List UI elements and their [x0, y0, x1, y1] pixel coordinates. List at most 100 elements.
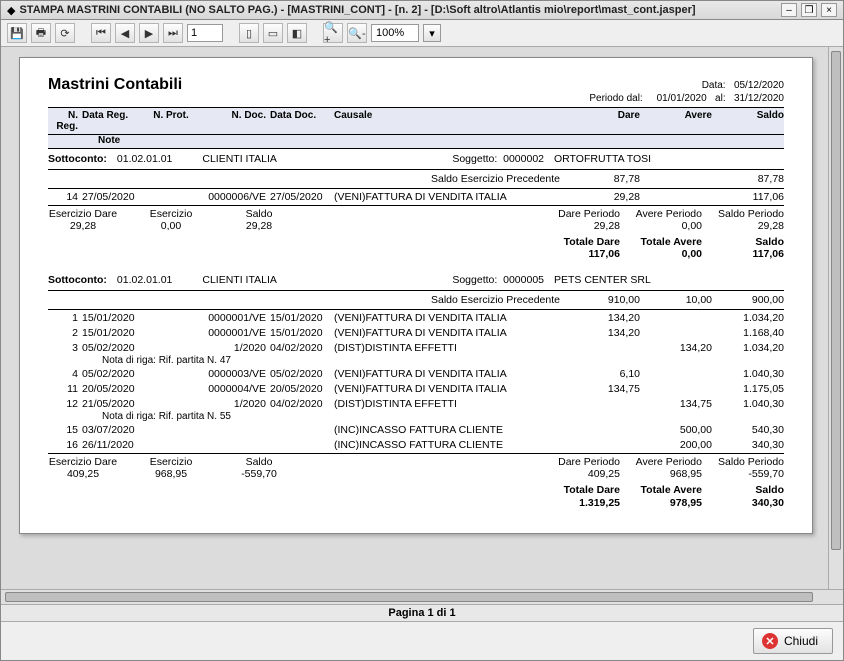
cell-nprot	[148, 312, 194, 324]
table-row: 1120/05/20200000004/VE20/05/2020(VENI)FA…	[48, 381, 784, 396]
cell-ndoc: 0000001/VE	[194, 312, 270, 324]
meta-period-to: 31/12/2020	[734, 93, 784, 104]
totale-avere: Totale Avere978,95	[620, 484, 702, 509]
col-avere: Avere	[640, 110, 712, 132]
cell-ndoc: 1/2020	[194, 342, 270, 354]
saldo-prec-label: Saldo Esercizio Precedente	[48, 173, 568, 185]
cell-saldo: 340,30	[712, 439, 784, 451]
zoom-value[interactable]: 100%	[371, 24, 419, 42]
window-title: STAMPA MASTRINI CONTABILI (NO SALTO PAG.…	[19, 4, 777, 16]
save-button[interactable]: 💾	[7, 23, 27, 43]
col-nreg: N. Reg.	[48, 110, 82, 132]
toolbar: 💾 🖶 ⟳ ⏮ ◀ ▶ ⏭ ▯ ▭ ◧ 🔍+ 🔍- 100% ▾	[1, 20, 843, 47]
cell-datadoc: 04/02/2020	[270, 342, 334, 354]
horizontal-scrollbar[interactable]	[1, 589, 843, 604]
cell-causale: (VENI)FATTURA DI VENDITA ITALIA	[334, 383, 568, 395]
vertical-scrollbar[interactable]	[828, 47, 843, 589]
cell-datareg: 20/05/2020	[82, 383, 148, 395]
page-footer: Pagina 1 di 1	[1, 604, 843, 621]
cell-dare: 6,10	[568, 368, 640, 380]
zoom-dropdown-button[interactable]: ▾	[423, 24, 441, 42]
cell-causale: (INC)INCASSO FATTURA CLIENTE	[334, 439, 568, 451]
cell-avere: 500,00	[640, 424, 712, 436]
cell-saldo: 1.034,20	[712, 312, 784, 324]
minimize-icon[interactable]: –	[781, 3, 797, 17]
cell-nreg: 3	[48, 342, 82, 354]
es-dare: Esercizio Dare29,28	[48, 208, 118, 233]
close-button-label: Chiudi	[784, 634, 818, 648]
zoom-in-button[interactable]: 🔍+	[323, 23, 343, 43]
col-dare: Dare	[568, 110, 640, 132]
report-viewer: Mastrini Contabili Data: 05/12/2020 Peri…	[1, 47, 843, 621]
cell-causale: (DIST)DISTINTA EFFETTI	[334, 342, 568, 354]
totale-dare: Totale Dare1.319,25	[538, 484, 620, 509]
soggetto-label: Soggetto: 0000005	[452, 274, 544, 286]
next-page-button[interactable]: ▶	[139, 23, 159, 43]
col-nprot: N. Prot.	[148, 110, 194, 132]
fit-page-button[interactable]: ▭	[263, 23, 283, 43]
cell-nprot	[148, 424, 194, 436]
first-page-button[interactable]: ⏮	[91, 23, 111, 43]
saldo-prec-label: Saldo Esercizio Precedente	[48, 294, 568, 306]
totali-row: Totale Dare117,06Totale Avere0,00Saldo11…	[48, 234, 784, 262]
cell-saldo: 1.175,05	[712, 383, 784, 395]
cell-nreg: 12	[48, 398, 82, 410]
sottoconto-desc: CLIENTI ITALIA	[202, 274, 277, 286]
close-button[interactable]: ✕ Chiudi	[753, 628, 833, 654]
sottoconto-row: Sottoconto:01.02.01.01CLIENTI ITALIASogg…	[48, 270, 784, 291]
sottoconto-code: 01.02.01.01	[117, 274, 172, 286]
table-row: 305/02/2020 1/202004/02/2020(DIST)DISTINT…	[48, 340, 784, 355]
cell-avere: 134,20	[640, 342, 712, 354]
cell-causale: (VENI)FATTURA DI VENDITA ITALIA	[334, 312, 568, 324]
table-row: 405/02/20200000003/VE05/02/2020(VENI)FAT…	[48, 366, 784, 381]
nota-riga: Nota di riga: Rif. partita N. 55	[48, 411, 784, 422]
cell-nreg: 11	[48, 383, 82, 395]
saldo-precedente-row: Saldo Esercizio Precedente910,0010,00900…	[48, 291, 784, 310]
cell-datadoc	[270, 424, 334, 436]
table-row: 1427/05/20200000006/VE27/05/2020(VENI)FA…	[48, 189, 784, 204]
soggetto-rag: PETS CENTER SRL	[554, 274, 784, 286]
cell-datareg: 05/02/2020	[82, 342, 148, 354]
soggetto-rag: ORTOFRUTTA TOSI	[554, 153, 784, 165]
cell-datareg: 15/01/2020	[82, 312, 148, 324]
refresh-button[interactable]: ⟳	[55, 23, 75, 43]
cell-dare: 134,20	[568, 327, 640, 339]
app-icon: ◆	[7, 4, 15, 17]
print-button[interactable]: 🖶	[31, 23, 51, 43]
periodo-row: Esercizio Dare29,28Esercizio0,00Saldo29,…	[48, 206, 784, 234]
zoom-out-button[interactable]: 🔍-	[347, 23, 367, 43]
cell-datareg: 15/01/2020	[82, 327, 148, 339]
maximize-icon[interactable]: ❐	[801, 3, 817, 17]
actual-size-button[interactable]: ▯	[239, 23, 259, 43]
prev-page-button[interactable]: ◀	[115, 23, 135, 43]
cell-ndoc: 0000003/VE	[194, 368, 270, 380]
close-icon[interactable]: ×	[821, 3, 837, 17]
page-number-input[interactable]	[187, 24, 223, 42]
totals-block: Esercizio Dare29,28Esercizio0,00Saldo29,…	[48, 205, 784, 262]
cell-avere	[640, 312, 712, 324]
fit-width-button[interactable]: ◧	[287, 23, 307, 43]
cell-nreg: 4	[48, 368, 82, 380]
cell-dare: 134,75	[568, 383, 640, 395]
cell-avere: 134,75	[640, 398, 712, 410]
cell-nprot	[148, 368, 194, 380]
sottoconto-code: 01.02.01.01	[117, 153, 172, 165]
cell-datadoc: 05/02/2020	[270, 368, 334, 380]
prev-dare: 910,00	[568, 294, 640, 306]
sottoconto-desc: CLIENTI ITALIA	[202, 153, 277, 165]
saldo-es: Saldo-559,70	[224, 456, 294, 481]
cell-avere	[640, 191, 712, 203]
table-row: 215/01/20200000001/VE15/01/2020(VENI)FAT…	[48, 325, 784, 340]
totals-block: Esercizio Dare409,25 Esercizio968,95 Saldo…	[48, 453, 784, 510]
cell-avere	[640, 327, 712, 339]
table-row: 1626/11/2020(INC)INCASSO FATTURA CLIENTE…	[48, 437, 784, 452]
es-dare: Esercizio Dare409,25	[48, 456, 118, 481]
cell-datareg: 21/05/2020	[82, 398, 148, 410]
last-page-button[interactable]: ⏭	[163, 23, 183, 43]
cell-dare	[568, 398, 640, 410]
cell-dare: 29,28	[568, 191, 640, 203]
cell-nprot	[148, 439, 194, 451]
prev-avere	[640, 173, 712, 185]
esercizio: Esercizio968,95	[136, 456, 206, 481]
periodo-row: Esercizio Dare409,25 Esercizio968,95 Saldo…	[48, 454, 784, 482]
